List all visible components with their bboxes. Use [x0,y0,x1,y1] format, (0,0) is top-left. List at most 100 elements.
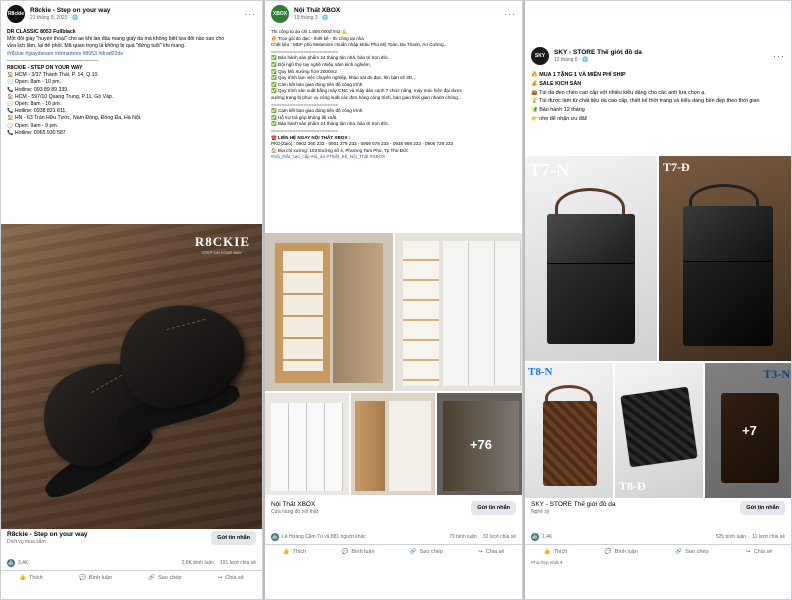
share-button[interactable]: ↪ Chia sẻ [218,575,244,581]
post-line: ☎️ LIÊN HỆ NGAY NỘI THẤT XBOX : [271,134,351,140]
more-options-icon[interactable]: ··· [504,9,516,19]
reaction-counts: 👍 3,4K 2,8K bình luận 191 lượt chia sẻ [1,556,262,571]
like-button[interactable]: 👍 Thích [19,575,43,581]
post-line: 🏠 HN - 63 Trần Hữu Tước, Nam Đồng, Đống … [7,115,142,122]
share-label: Chia sẻ [225,575,244,581]
post-line: ✅ Bảo hành sản phẩm 24 tháng tận nhà, bả… [271,55,389,61]
comment-count[interactable]: 2,8K bình luận [182,560,214,566]
comment-label: Bình luận [88,575,113,581]
wardrobe-photo[interactable] [351,393,435,495]
action-bar: 👍 Thích 💬 Bình luận 🔗 Sao chép ↪ Chia sẻ [265,545,522,559]
avatar[interactable]: R8ckie [7,5,25,23]
wardrobe-photo[interactable] [395,233,522,391]
comment-button[interactable]: 💬 Bình luận [341,549,374,555]
share-count[interactable]: 32 lượt chia sẻ [483,534,516,540]
send-message-button[interactable]: Gửi tin nhắn [471,501,516,515]
post-line: 🕗 Open: 9am - 9 pm. [7,122,59,129]
action-bar: 👍 Thích 💬 Bình luận 🔗 Sao chép ↪ Chia sẻ [525,545,791,559]
page-name[interactable]: R8ckie - Step on your way [30,7,111,15]
more-photos-overlay[interactable]: +7 [705,363,791,498]
black-bag [620,386,698,468]
comment-label: Bình luận [351,549,375,555]
bag-photo[interactable]: T8-N [525,363,613,498]
bag-photo[interactable]: T7-Đ [659,156,791,361]
post-footer: SKY - STORE Thế giới đồ da Nghệ sỹ Gửi t… [525,501,791,567]
post-line: Chất liệu : MDF phủ Melamine chuẩn nhập … [271,42,448,48]
wardrobe-photo[interactable] [265,233,393,391]
like-button[interactable]: 👍 Thích [544,549,568,555]
more-options-icon[interactable]: ··· [773,51,785,61]
comment-button[interactable]: 💬 Bình luận [605,549,638,555]
avatar-text: R8ckie [7,11,25,17]
post-time[interactable]: 21 tháng 8, 2023 · 🌐 [30,15,111,22]
comment-count[interactable]: 525 bình luận [716,534,746,540]
page-name[interactable]: SKY - STORE Thế giới đồ da [554,49,642,57]
share-label: Chia sẻ [485,549,505,555]
comment-button[interactable]: 💬 Bình luận [79,575,112,581]
shoe-photo[interactable]: R8CKIE STEP ON YOUR WAY [1,224,262,529]
share-button[interactable]: ↪ Chia sẻ [478,549,504,555]
share-button[interactable]: ↪ Chia sẻ [746,549,772,555]
post-text: 🔥 MUA 1 TẶNG 1 VÀ MIỄN PHÍ SHIP 💰 SALE K… [525,69,791,126]
post-line: 📞 Hotline: 0965 930 587 [7,129,66,136]
avatar[interactable]: SKY [531,47,549,65]
hashtags[interactable]: #r8ckie #giaydanam #drmartens #8053 #dra… [7,51,256,58]
copy-button[interactable]: 🔗 Sao chép [410,549,443,555]
post-text: DR CLASSIC 8053 Fullblack Một đôi giày "… [1,27,262,139]
post-sky-store: SKY SKY - STORE Thế giới đồ da 12 tháng … [523,0,792,600]
reaction-counts: 👍 Lê Hoàng Cẩm Tú và 881 người khác 79 b… [265,530,522,545]
product-tag: T7-Đ [663,160,690,174]
copy-label: Sao chép [419,549,443,555]
ad-collage: R8ckie R8ckie - Step on your way 21 thán… [0,0,792,600]
bag-photo[interactable]: T3-N +7 [705,363,791,498]
wardrobe-photo[interactable] [265,393,349,495]
thumbs-up-icon: 👍 [282,549,290,555]
share-count[interactable]: 191 lượt chia sẻ [220,560,256,566]
avatar[interactable]: XBOX [271,5,289,23]
copy-button[interactable]: 🔗 Sao chép [675,549,708,555]
share-icon: ↪ [478,549,483,555]
thumbs-up-icon: 👍 [543,549,551,555]
share-label: Chia sẻ [753,549,773,555]
post-line: ✅ Đội ngũ thợ tay nghề nhiều năm kinh ng… [271,61,371,67]
post-time[interactable]: 12 tháng 5 · 🌐 [554,57,642,64]
more-options-icon[interactable]: ··· [244,9,256,19]
shelves [283,251,323,371]
bag-photo[interactable]: T8-Đ [615,363,703,498]
wardrobe-photo[interactable]: +76 [437,393,522,495]
reactors-text[interactable]: Lê Hoàng Cẩm Tú và 881 người khác [282,534,366,540]
white-wardrobe [271,403,343,491]
like-icon: 👍 [271,533,279,541]
like-count[interactable]: 1,4K [542,534,552,540]
wood-wardrobe [355,401,385,491]
post-line: ✅ Hỗ trợ trả góp không lãi xuất. [271,114,338,120]
share-count[interactable]: 11 lượt chia sẻ [752,534,785,540]
post-time[interactable]: 19 tháng 3 · 🌐 [294,15,340,22]
hashtags[interactable]: #nội_thất_cao_cấp #tủ_áo #Thiết_Kế_Nội_T… [271,154,516,161]
reaction-counts: 👍 1,4K 525 bình luận 11 lượt chia sẻ [525,530,791,545]
bag-flap [683,206,773,262]
share-icon: ↪ [217,575,223,581]
like-button[interactable]: 👍 Thích [283,549,307,555]
comment-count[interactable]: 79 bình luận [449,534,477,540]
post-line: 🏠 HCM - 597/10 Quang Trung, P.11, Gò Vấp… [7,93,114,100]
post-line: 📞 Hotline: 093 89 89 339. [7,86,69,93]
more-photos-overlay[interactable]: +76 [437,393,522,495]
like-label: Thích [553,549,568,555]
brown-bag [543,401,597,486]
copy-icon: 🔗 [409,549,417,555]
send-message-button[interactable]: Gửi tin nhắn [740,501,785,515]
post-xbox: XBOX Nội Thất XBOX 19 tháng 3 · 🌐 ··· Th… [263,0,523,600]
like-count[interactable]: 3,4K [18,560,28,566]
post-line: 🕗 Open: 8am - 10 pm. [7,79,62,86]
page-name[interactable]: Nội Thất XBOX [294,7,340,15]
send-message-button[interactable]: Gửi tin nhắn [211,531,256,545]
post-line: R8CKIE - STEP ON YOUR WAY [7,65,83,72]
thumbs-up-icon: 👍 [19,575,26,581]
sort-comments[interactable]: Phù hợp nhất ▾ [525,559,791,567]
action-bar: 👍 Thích 💬 Bình luận 🔗 Sao chép ↪ Chia sẻ [1,571,262,585]
copy-button[interactable]: 🔗 Sao chép [148,575,181,581]
bag-photo[interactable]: T7-N [525,156,657,361]
post-line: 🏠 Địa chỉ xưởng: 103 Đường số 4, Phường … [271,147,409,153]
white-wardrobe [443,241,521,386]
